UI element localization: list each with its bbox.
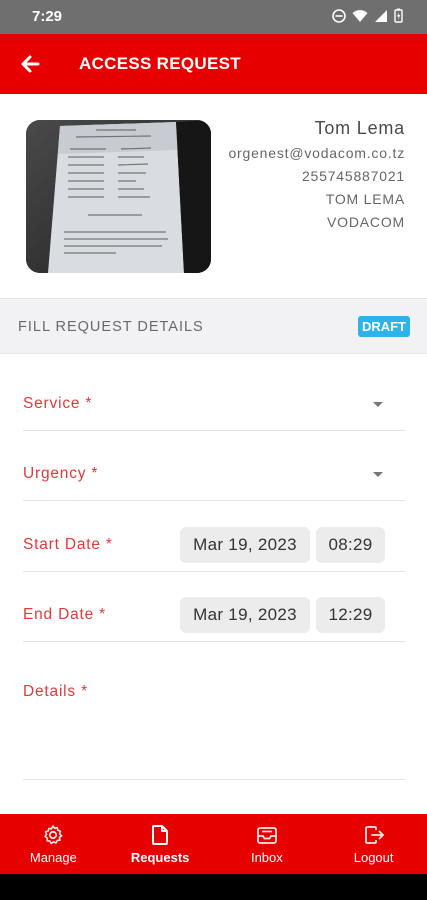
profile-card: Tom Lema orgenest@vodacom.co.tz 25574588… [0, 94, 427, 298]
service-field[interactable]: Service * [23, 378, 405, 431]
nav-item-manage[interactable]: Manage [0, 814, 107, 874]
user-full-name: TOM LEMA [325, 191, 405, 207]
service-dropdown-icon[interactable] [373, 402, 383, 407]
gear-icon [44, 824, 63, 844]
user-phone: 255745887021 [301, 168, 405, 184]
status-time: 7:29 [32, 8, 63, 25]
user-name: Tom Lema [314, 118, 405, 138]
section-title: FILL REQUEST DETAILS [18, 319, 204, 335]
urgency-field[interactable]: Urgency * [23, 431, 405, 501]
signal-icon [375, 9, 387, 22]
nav-item-logout[interactable]: Logout [320, 814, 427, 874]
bottom-nav: Manage Requests Inbox Logout [0, 814, 427, 874]
app-bar: ACCESS REQUEST [0, 34, 427, 94]
nav-label: Inbox [250, 849, 283, 865]
nav-label: Logout [353, 849, 394, 865]
end-time-picker[interactable]: 12:29 [316, 597, 385, 633]
receipt-image [26, 120, 211, 273]
back-button[interactable] [16, 50, 46, 78]
end-date-picker[interactable]: Mar 19, 2023 [180, 597, 310, 633]
battery-icon [394, 8, 403, 23]
urgency-dropdown-icon[interactable] [373, 472, 383, 477]
nav-label: Manage [29, 849, 77, 865]
arrow-left-icon [21, 55, 40, 73]
details-label: Details * [23, 683, 88, 700]
status-badge: DRAFT [357, 316, 410, 337]
document-icon [152, 824, 169, 845]
user-email: orgenest@vodacom.co.tz [228, 145, 405, 161]
urgency-label: Urgency * [23, 465, 99, 482]
do-not-disturb-icon [332, 8, 346, 23]
wifi-icon [352, 9, 368, 22]
user-company: VODACOM [327, 214, 405, 230]
details-field[interactable]: Details * [23, 642, 405, 780]
nav-item-inbox[interactable]: Inbox [214, 814, 321, 874]
user-info: Tom Lema orgenest@vodacom.co.tz 25574588… [228, 118, 405, 237]
status-bar: 7:29 [0, 0, 427, 34]
inbox-icon [256, 826, 277, 844]
logout-icon [364, 825, 384, 844]
start-date-label: Start Date * [23, 536, 113, 553]
receipt-photo[interactable] [26, 120, 211, 273]
service-label: Service * [23, 395, 93, 412]
status-icons [332, 8, 403, 23]
end-date-label: End Date * [23, 606, 106, 623]
page-title: ACCESS REQUEST [79, 54, 241, 73]
start-date-picker[interactable]: Mar 19, 2023 [180, 527, 310, 563]
section-header: FILL REQUEST DETAILS DRAFT [0, 298, 427, 354]
nav-label: Requests [130, 849, 190, 865]
system-nav-bar [0, 874, 427, 900]
start-time-picker[interactable]: 08:29 [316, 527, 385, 563]
nav-item-requests[interactable]: Requests [107, 814, 214, 874]
